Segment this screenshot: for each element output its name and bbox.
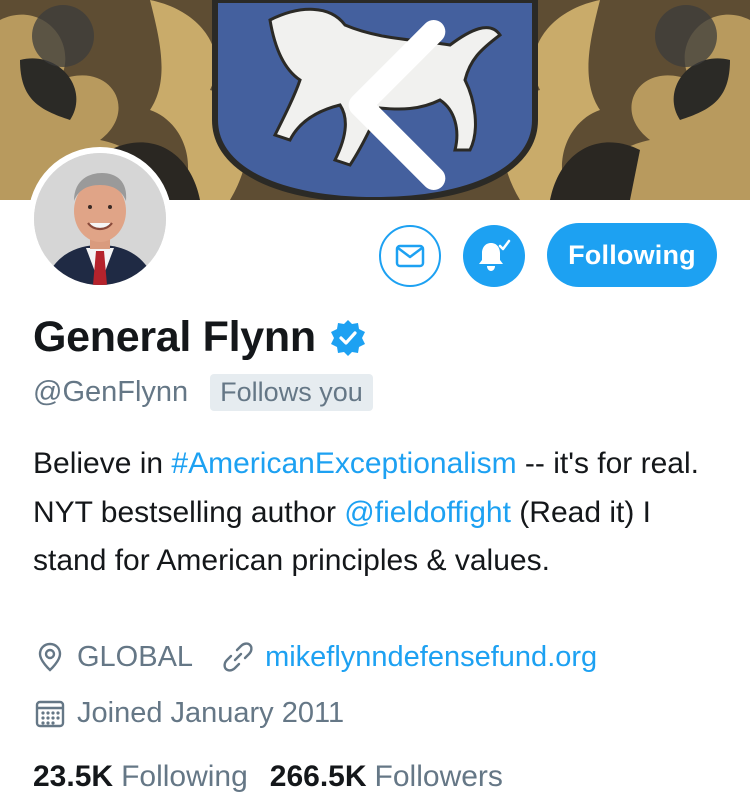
profile-bio: Believe in #AmericanExceptionalism -- it… <box>33 440 723 586</box>
profile-avatar[interactable] <box>28 147 172 291</box>
following-stat[interactable]: 23.5K Following <box>33 760 248 794</box>
website-item: mikeflynndefensefund.org <box>221 640 597 674</box>
handle-row: @GenFlynn Follows you <box>33 374 373 411</box>
profile-meta-row: GLOBAL mikeflynndefensefund.org <box>33 640 597 674</box>
bell-check-icon <box>479 239 511 271</box>
verified-badge-icon <box>330 319 365 356</box>
notifications-button[interactable] <box>463 225 525 287</box>
location-item: GLOBAL <box>33 640 193 674</box>
bio-hashtag-link[interactable]: #AmericanExceptionalism <box>171 447 516 480</box>
joined-date-text: Joined January 2011 <box>77 696 345 729</box>
more-options-button[interactable] <box>655 5 717 67</box>
link-icon <box>223 642 253 672</box>
follows-you-badge: Follows you <box>210 374 373 411</box>
calendar-icon <box>35 700 65 728</box>
display-name-row: General Flynn <box>33 313 368 362</box>
back-button[interactable] <box>32 5 446 190</box>
message-button[interactable] <box>379 225 441 287</box>
location-pin-icon <box>38 642 62 672</box>
followers-count: 266.5K <box>269 760 367 793</box>
profile-stats: 23.5K Following 266.5K Followers <box>33 760 503 794</box>
avatar-photo <box>34 153 166 285</box>
website-link[interactable]: mikeflynndefensefund.org <box>265 641 597 674</box>
more-dots-icon <box>655 5 750 200</box>
followers-stat[interactable]: 266.5K Followers <box>270 760 503 794</box>
username-handle: @GenFlynn <box>33 376 189 408</box>
following-count: 23.5K <box>33 760 114 793</box>
followers-label: Followers <box>374 760 503 793</box>
location-text: GLOBAL <box>77 640 194 673</box>
following-button[interactable]: Following <box>547 223 717 287</box>
envelope-icon <box>395 244 425 268</box>
bio-mention-link[interactable]: @fieldoffight <box>344 496 511 529</box>
bio-text: Believe in <box>33 447 172 480</box>
display-name: General Flynn <box>33 313 316 361</box>
following-label: Following <box>121 760 248 793</box>
joined-row: Joined January 2011 <box>33 696 344 730</box>
